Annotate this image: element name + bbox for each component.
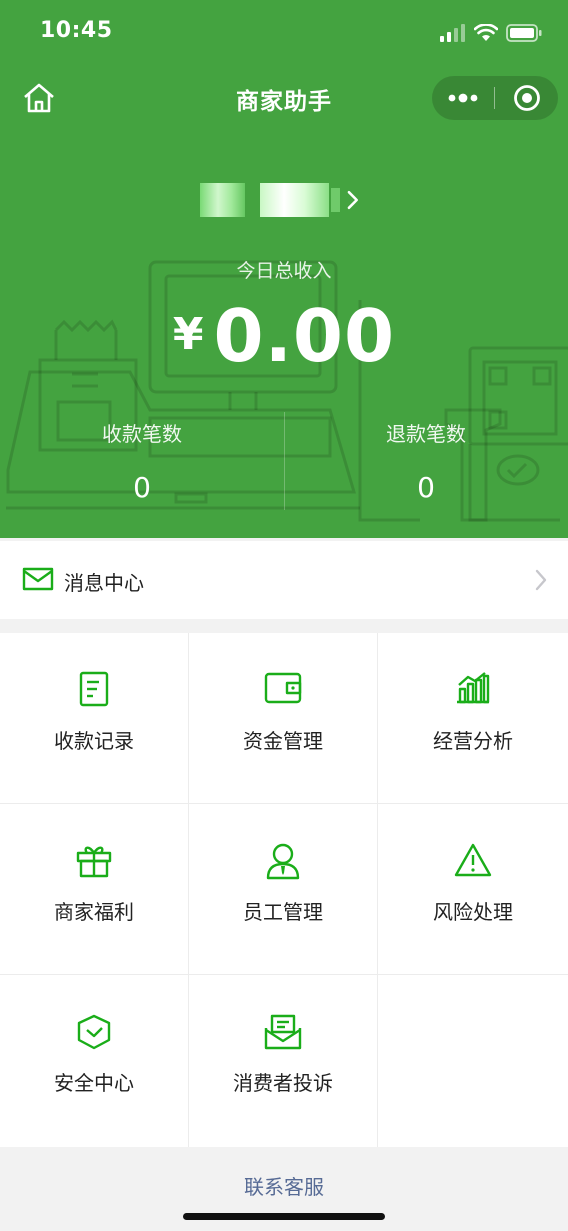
refund-count[interactable]: 退款笔数 0 [284, 418, 568, 504]
currency-symbol: ¥ [172, 309, 204, 360]
grid-item-receipt-records[interactable]: 收款记录 [0, 633, 189, 804]
staff-icon [266, 843, 300, 880]
grid-item-label: 收款记录 [54, 729, 134, 753]
income-label: 今日总收入 [236, 260, 332, 282]
redacted-merchant-name [200, 183, 245, 217]
status-bar: 10:45 [0, 0, 568, 62]
chevron-right-icon [348, 190, 359, 210]
summary-header: 10:45 商家助手 今日总收入 ¥ 0.00 收款笔数 0 退款笔数 0 [0, 0, 568, 538]
navigation-bar: 商家助手 [0, 68, 568, 128]
grid-item-label: 商家福利 [54, 900, 134, 924]
grid-item-label: 资金管理 [243, 729, 323, 753]
more-dots-icon [448, 93, 478, 103]
grid-item-merchant-benefits[interactable]: 商家福利 [0, 804, 189, 975]
refund-count-value: 0 [417, 471, 435, 504]
close-mini-program-button[interactable] [496, 76, 558, 120]
grid-item-security-center[interactable]: 安全中心 [0, 975, 189, 1147]
refund-count-label: 退款笔数 [386, 422, 466, 446]
grid-item-label: 安全中心 [54, 1071, 134, 1095]
status-time: 10:45 [40, 18, 113, 43]
receipt-icon [79, 671, 109, 707]
wifi-icon [474, 24, 498, 41]
capsule-divider [494, 87, 495, 109]
grid-item-staff-management[interactable]: 员工管理 [189, 804, 378, 975]
grid-item-risk-handling[interactable]: 风险处理 [378, 804, 568, 975]
grid-item-empty [378, 975, 568, 1147]
more-button[interactable] [432, 76, 494, 120]
grid-item-label: 经营分析 [433, 729, 513, 753]
home-indicator [183, 1213, 385, 1220]
income-value: 0.00 [213, 294, 396, 378]
grid-item-fund-management[interactable]: 资金管理 [189, 633, 378, 804]
redacted-merchant-name [260, 183, 329, 217]
target-close-icon [514, 85, 540, 111]
grid-item-label: 风险处理 [433, 900, 513, 924]
grid-item-business-analysis[interactable]: 经营分析 [378, 633, 568, 804]
income-amount: ¥0.00 [0, 294, 568, 378]
wallet-icon [264, 672, 302, 704]
merchant-name-selector[interactable] [200, 182, 360, 218]
message-center-row[interactable]: 消息中心 [0, 541, 568, 619]
gift-icon [76, 846, 112, 878]
receipt-count-value: 0 [133, 471, 151, 504]
mini-program-capsule [432, 76, 558, 120]
chevron-right-icon [535, 569, 547, 591]
grid-item-label: 消费者投诉 [233, 1071, 333, 1095]
contact-support-link[interactable]: 联系客服 [0, 1171, 568, 1200]
redacted-merchant-name [330, 188, 341, 212]
battery-icon [506, 24, 542, 42]
system-icons [440, 22, 542, 44]
receipt-count[interactable]: 收款笔数 0 [0, 418, 284, 504]
complaint-icon [264, 1014, 302, 1050]
merchant-assistant-page: 10:45 商家助手 今日总收入 ¥ 0.00 收款笔数 0 退款笔数 0 消息… [0, 0, 568, 1231]
grid-item-label: 员工管理 [243, 900, 323, 924]
message-center-label: 消息中心 [64, 571, 144, 595]
shield-icon [77, 1014, 111, 1050]
bar-chart-icon [457, 672, 490, 704]
function-grid: 收款记录 资金管理 经营分析 商家福利 员工管理 风险处理 安全中心 消费者投诉 [0, 633, 568, 1147]
cellular-signal-icon [440, 24, 465, 42]
receipt-count-label: 收款笔数 [102, 422, 182, 446]
warning-icon [454, 843, 492, 877]
grid-item-consumer-complaints[interactable]: 消费者投诉 [189, 975, 378, 1147]
envelope-icon [22, 567, 54, 591]
